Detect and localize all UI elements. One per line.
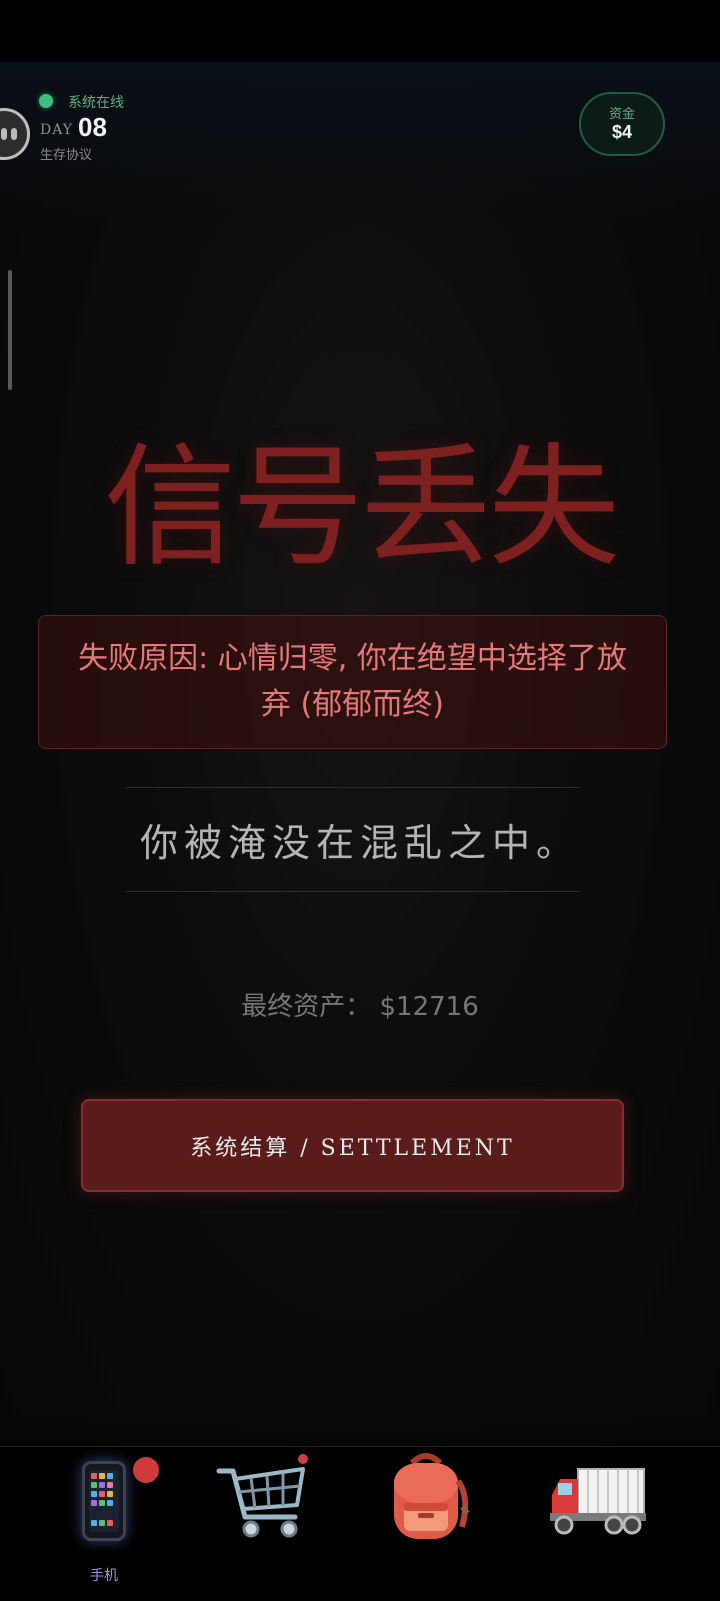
shopping-cart-icon <box>216 1454 308 1538</box>
phone-icon <box>82 1461 126 1541</box>
final-assets-value: $12716 <box>379 992 479 1022</box>
nav-item-logistics[interactable] <box>548 1447 668 1587</box>
failure-reason-text: 失败原因: 心情归零, 你在绝望中选择了放弃 (郁郁而终) <box>78 641 627 722</box>
protocol-label: 生存协议 <box>40 148 93 163</box>
app-dot <box>99 1520 105 1526</box>
player-avatar[interactable] <box>0 108 30 160</box>
scroll-indicator[interactable] <box>8 270 12 390</box>
app-dot <box>99 1473 105 1479</box>
app-dot <box>107 1473 113 1479</box>
game-over-title: 信号丢失 <box>104 431 620 585</box>
day-number: 08 <box>78 112 107 142</box>
divider-top <box>126 787 580 788</box>
app-dot <box>91 1491 97 1497</box>
app-dot <box>107 1491 113 1497</box>
nav-label-phone: 手机 <box>90 1568 118 1584</box>
avatar-eye <box>11 128 17 140</box>
app-dot <box>107 1482 113 1488</box>
notification-badge <box>133 1457 159 1483</box>
app-dot <box>107 1520 113 1526</box>
funds-badge[interactable]: 资金 $4 <box>579 92 665 156</box>
online-status-label: 系统在线 <box>68 95 124 111</box>
funds-value: $4 <box>611 122 633 142</box>
bottom-nav: 手机 <box>0 1446 720 1601</box>
app-dot <box>107 1500 113 1506</box>
online-status-dot <box>39 94 53 108</box>
funds-label: 资金 <box>608 107 635 122</box>
final-assets-label: 最终资产： <box>241 992 372 1022</box>
app-dot <box>91 1520 97 1526</box>
app-dot <box>91 1473 97 1479</box>
nav-item-shop[interactable] <box>215 1447 335 1587</box>
ending-narrative: 你被淹没在混乱之中。 <box>139 821 580 865</box>
final-assets: 最终资产： $12716 <box>0 986 720 1023</box>
phone-screen <box>89 1470 119 1532</box>
app-dot <box>99 1482 105 1488</box>
app-dot <box>91 1500 97 1506</box>
system-status-bar <box>0 0 720 62</box>
app-dot <box>91 1482 97 1488</box>
app-dot <box>99 1491 105 1497</box>
avatar-eye <box>1 128 7 140</box>
app-dot <box>99 1500 105 1506</box>
failure-reason-box: 失败原因: 心情归零, 你在绝望中选择了放弃 (郁郁而终) <box>38 615 667 749</box>
divider-bottom <box>126 891 580 892</box>
settlement-button[interactable]: 系统结算 / SETTLEMENT <box>81 1099 624 1192</box>
game-screen: 系统在线 DAY 08 生存协议 资金 $4 信号丢失 失败原因: 心情归零, … <box>0 62 720 1446</box>
truck-icon <box>550 1468 646 1535</box>
day-label: DAY <box>40 122 74 138</box>
nav-item-inventory[interactable] <box>378 1447 498 1587</box>
backpack-icon <box>394 1453 470 1539</box>
